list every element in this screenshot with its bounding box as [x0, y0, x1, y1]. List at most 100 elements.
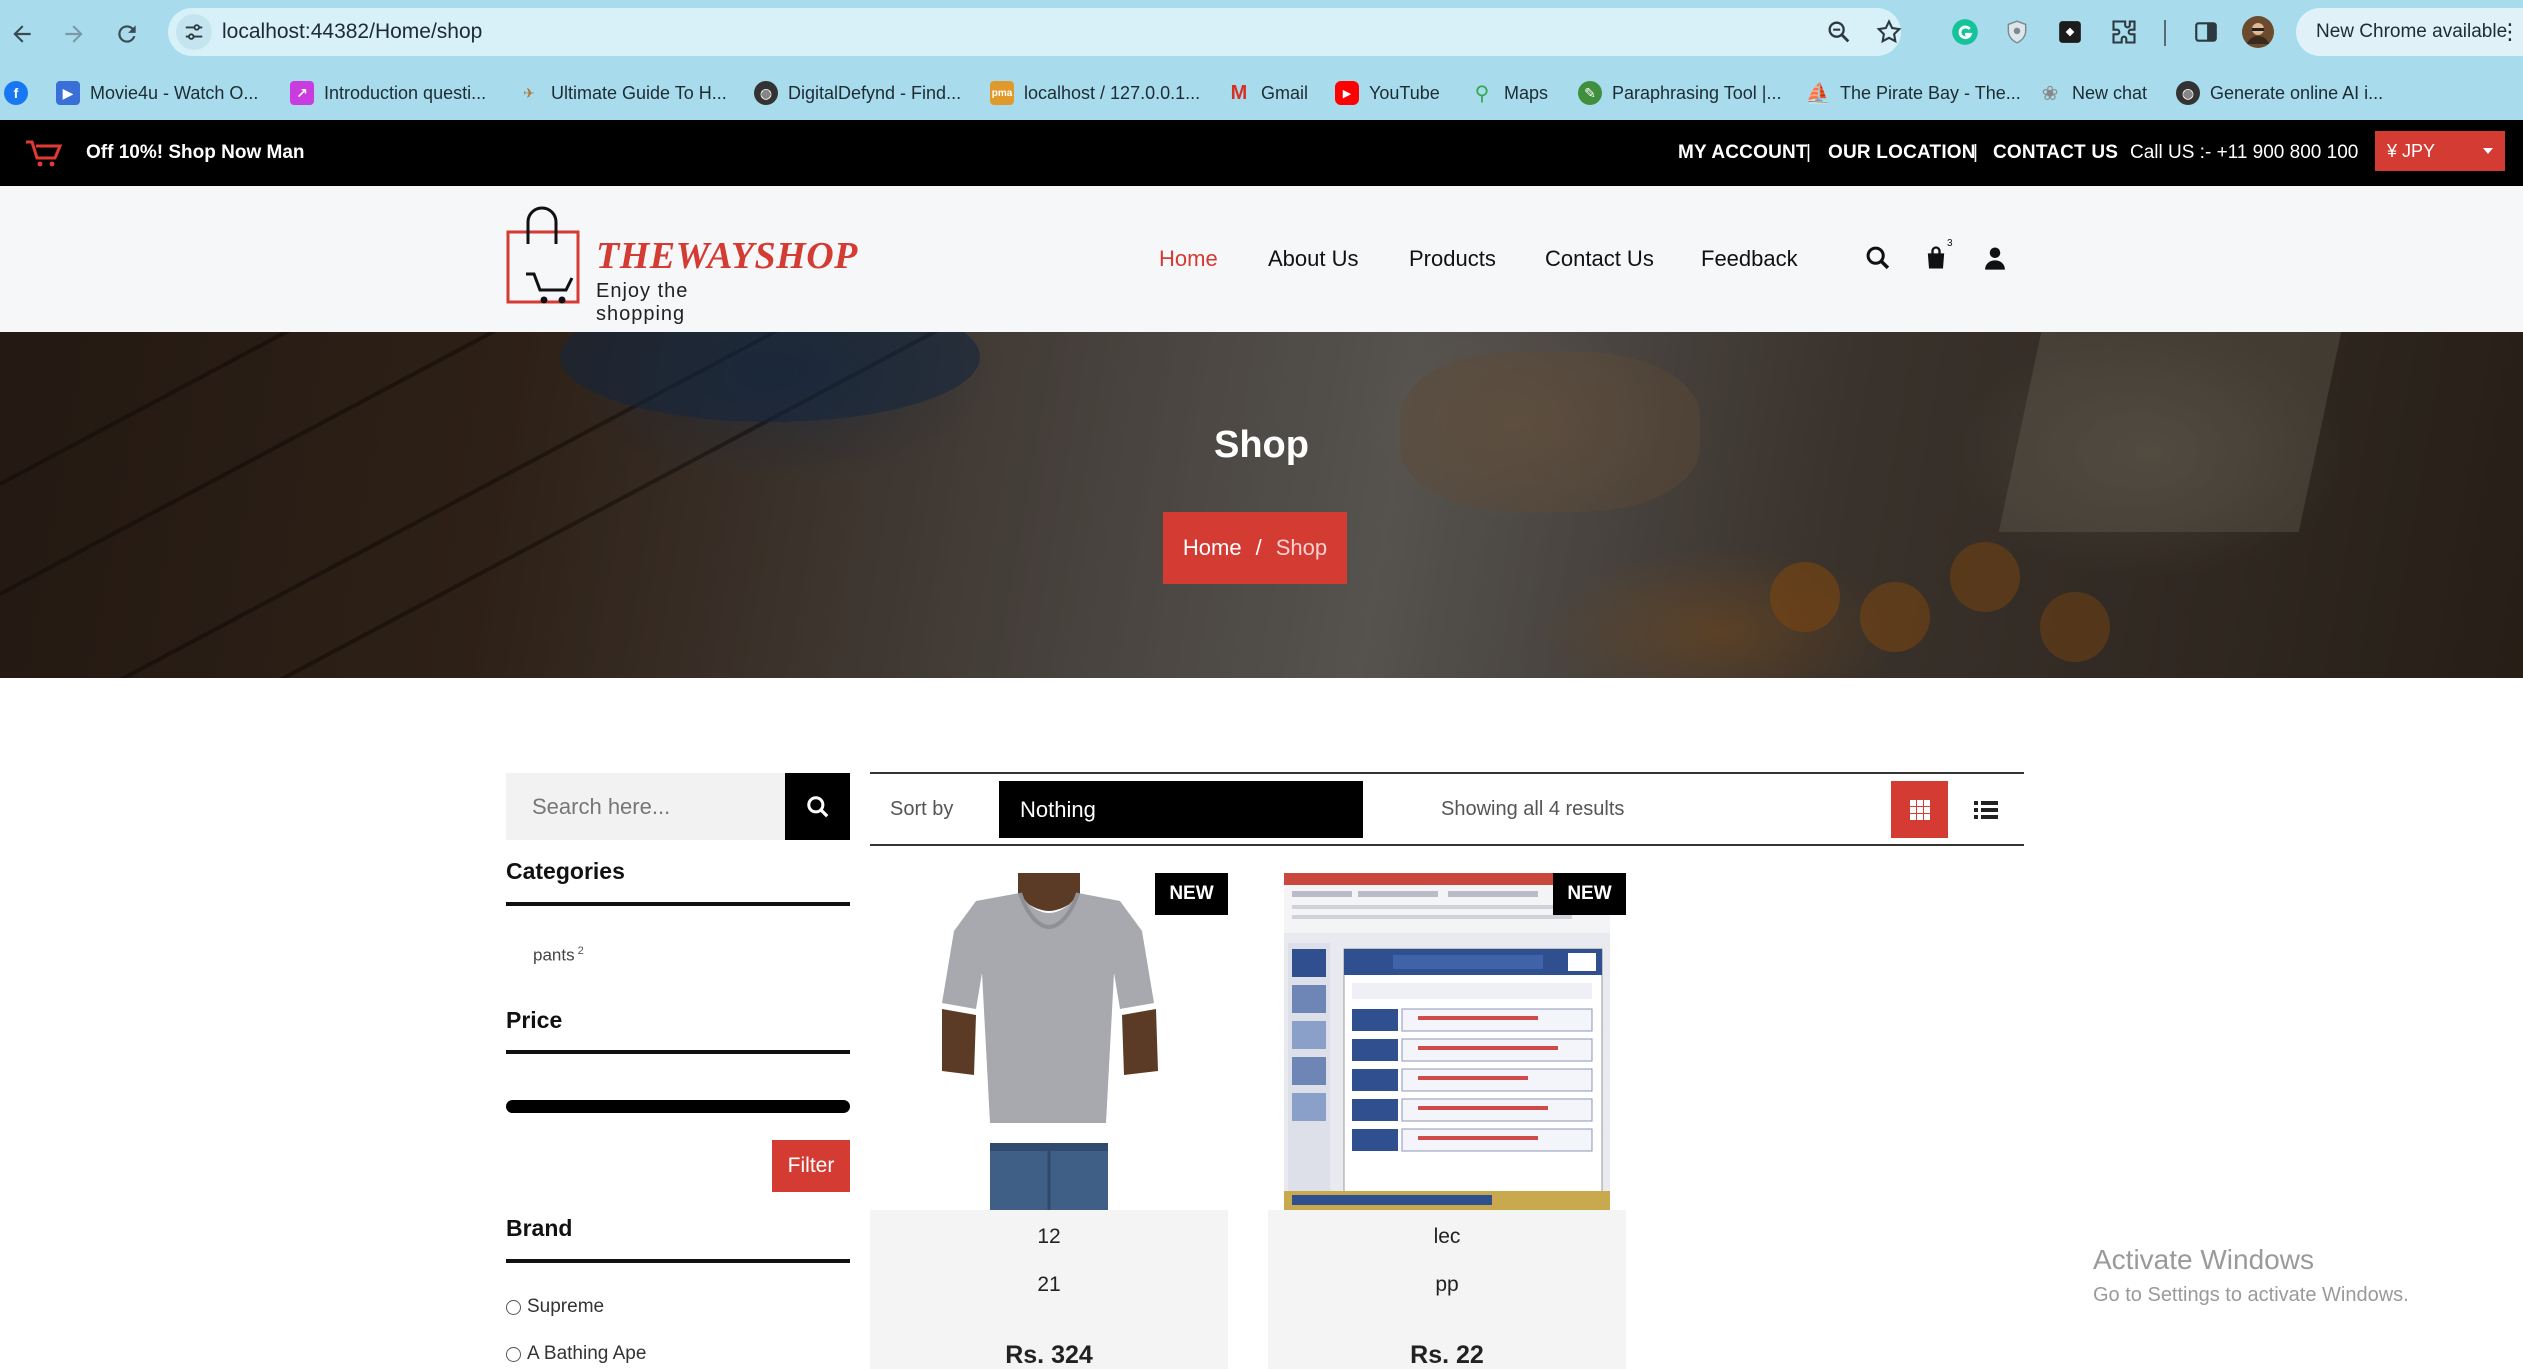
reload-button[interactable] [107, 14, 147, 54]
sort-by-label: Sort by [890, 798, 954, 820]
bookmark-item[interactable]: ↗ Introduction questi... [290, 66, 486, 120]
cart-promo-icon [26, 140, 63, 167]
breadcrumb-separator: / [1255, 535, 1262, 560]
section-divider [506, 1050, 850, 1054]
new-badge: NEW [1155, 873, 1228, 915]
page-title: Shop [1214, 424, 1309, 466]
grammarly-extension-icon[interactable] [1949, 16, 1981, 48]
logo-title: THEWAYSHOP [596, 235, 858, 277]
extensions-puzzle-icon[interactable] [2108, 16, 2140, 48]
breadcrumb: Home / Shop [1163, 512, 1347, 584]
user-icon[interactable] [1981, 244, 2009, 272]
bookmark-item[interactable]: ◍ DigitalDefynd - Find... [754, 66, 961, 120]
site-header: THEWAYSHOP Enjoy the shopping Home About… [0, 186, 2523, 332]
sidebar-search [506, 773, 850, 840]
top-promo-bar: Off 10%! Shop Now Man MY ACCOUNT | OUR L… [0, 120, 2523, 186]
breadcrumb-home-link[interactable]: Home [1183, 535, 1242, 561]
product-name[interactable]: lec [1268, 1225, 1626, 1249]
product-price: Rs. 22 [1410, 1341, 1484, 1369]
play-icon: ▶ [56, 81, 80, 105]
nav-feedback[interactable]: Feedback [1701, 186, 1798, 332]
cart-count-badge: 3 [1947, 238, 1953, 249]
promo-text[interactable]: Off 10%! Shop Now Man [86, 120, 305, 186]
forward-arrow-icon [65, 25, 83, 43]
side-panel-icon[interactable] [2190, 16, 2222, 48]
back-button[interactable] [2, 14, 42, 54]
currency-select[interactable]: ¥ JPY [2375, 131, 2505, 171]
price-range-slider[interactable] [506, 1100, 850, 1113]
back-arrow-icon [13, 25, 31, 43]
product-image[interactable]: NEW [1268, 873, 1626, 1210]
sort-by-select[interactable]: Nothing [999, 781, 1363, 838]
address-bar[interactable]: localhost:44382/Home/shop [168, 8, 1903, 56]
list-view-button[interactable] [1957, 781, 2014, 838]
bookmark-star-icon[interactable] [1875, 18, 1903, 46]
grid-view-button[interactable] [1891, 781, 1948, 838]
facebook-icon: f [4, 81, 28, 105]
bookmark-item[interactable]: ✎ Paraphrasing Tool |... [1578, 66, 1781, 120]
bookmark-item[interactable]: ▶ Movie4u - Watch O... [56, 66, 258, 120]
new-badge: NEW [1553, 873, 1626, 915]
bookmark-label: Paraphrasing Tool |... [1612, 82, 1782, 103]
grid-icon [1909, 799, 1930, 820]
product-card[interactable]: NEW 12 21 Rs. 324 [870, 873, 1228, 1369]
site-logo[interactable]: THEWAYSHOP Enjoy the shopping [504, 204, 857, 325]
gmail-icon: M [1230, 81, 1248, 104]
url-text[interactable]: localhost:44382/Home/shop [222, 8, 482, 56]
bookmark-label: Generate online AI i... [2210, 82, 2384, 103]
bookmark-item[interactable]: ✈ Ultimate Guide To H... [517, 66, 727, 120]
site-info-button[interactable] [176, 14, 212, 50]
bookmark-item[interactable]: ❀ New chat [2038, 66, 2147, 120]
radio-button[interactable] [506, 1299, 521, 1315]
bookmark-label: New chat [2072, 82, 2148, 103]
tshirt-model-image [870, 873, 1228, 1210]
more-vert-icon: ⋮ [2499, 19, 2521, 44]
bookmark-item[interactable]: M Gmail [1227, 66, 1308, 120]
bookmark-label: Maps [1504, 82, 1549, 103]
bookmark-item[interactable]: ⛵ The Pirate Bay - The... [1806, 66, 2021, 120]
reload-icon [118, 25, 136, 43]
product-image[interactable]: NEW [870, 873, 1228, 1210]
nav-products[interactable]: Products [1409, 186, 1496, 332]
category-item-pants[interactable]: pants 2 [533, 945, 584, 966]
contact-us-link[interactable]: CONTACT US [1993, 120, 2118, 186]
brand-option-supreme[interactable]: Supreme [506, 1296, 604, 1318]
profile-avatar[interactable] [2242, 16, 2274, 48]
avatar-icon [2242, 16, 2274, 48]
new-chrome-available-button[interactable]: New Chrome available ⋮ [2296, 8, 2523, 56]
zoom-icon[interactable] [1825, 18, 1853, 46]
shield-extension-icon[interactable] [2001, 16, 2033, 48]
bookmark-item[interactable]: ◍ Generate online AI i... [2176, 66, 2383, 120]
slideshow-screenshot-image [1268, 873, 1626, 1210]
top-separator: | [1806, 142, 1811, 163]
brand-label: Supreme [527, 1296, 605, 1317]
nav-about-us[interactable]: About Us [1268, 186, 1359, 332]
forward-button[interactable] [54, 14, 94, 54]
facebook-bookmark[interactable]: f [4, 66, 38, 120]
bookmark-item[interactable]: ⚲ Maps [1470, 66, 1548, 120]
shopping-bag-icon[interactable] [1922, 244, 1950, 272]
shop-toolbar: Sort by Nothing Showing all 4 results [870, 772, 2024, 846]
search-button[interactable] [785, 773, 850, 840]
nav-contact-us[interactable]: Contact Us [1545, 186, 1654, 332]
nav-home[interactable]: Home [1159, 186, 1218, 332]
filter-button[interactable]: Filter [772, 1140, 850, 1192]
search-input[interactable] [506, 773, 785, 840]
search-icon[interactable] [1864, 244, 1892, 272]
our-location-link[interactable]: OUR LOCATION [1828, 120, 1976, 186]
bookmark-label: Gmail [1261, 82, 1309, 103]
bookmark-label: DigitalDefynd - Find... [788, 82, 962, 103]
price-heading: Price [506, 1007, 563, 1033]
product-name[interactable]: 12 [870, 1225, 1228, 1249]
dark-extension-icon[interactable] [2054, 16, 2086, 48]
brand-option-a-bathing-ape[interactable]: A Bathing Ape [506, 1343, 646, 1365]
bookmark-item[interactable]: ▶ YouTube [1335, 66, 1440, 120]
my-account-link[interactable]: MY ACCOUNT [1678, 120, 1808, 186]
product-card[interactable]: NEW lec pp Rs. 22 [1268, 873, 1626, 1369]
bookmark-item[interactable]: pma localhost / 127.0.0.1... [990, 66, 1200, 120]
bookmarks-bar: f ▶ Movie4u - Watch O... ↗ Introduction qu… [0, 66, 2523, 120]
maps-icon: ⚲ [1474, 82, 1490, 105]
radio-button[interactable] [506, 1346, 521, 1362]
bookmark-label: The Pirate Bay - The... [1840, 82, 2021, 103]
chart-icon: ↗ [290, 81, 314, 105]
